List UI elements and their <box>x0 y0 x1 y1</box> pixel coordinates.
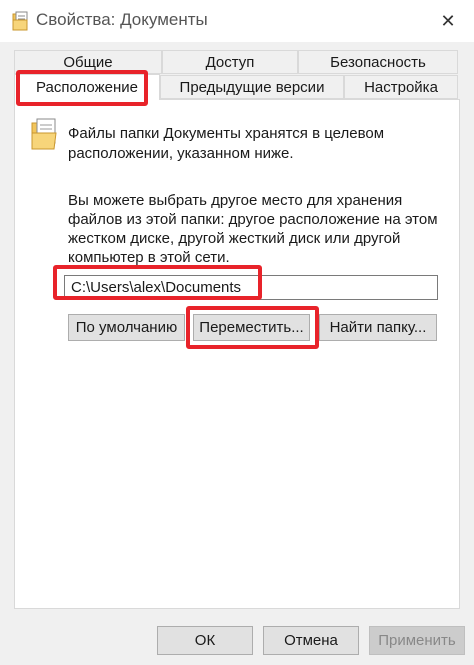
location-panel <box>14 99 460 609</box>
find-folder-button[interactable]: Найти папку... <box>319 314 437 341</box>
tab-label: Доступ <box>205 53 255 71</box>
hint-text-line: компьютер в этой сети. <box>68 249 230 266</box>
folder-document-icon <box>12 11 28 31</box>
button-label: Отмена <box>284 632 338 649</box>
cancel-button[interactable]: Отмена <box>263 626 359 655</box>
move-button[interactable]: Переместить... <box>193 314 310 341</box>
tab-label: Расположение <box>36 79 138 96</box>
button-label: Найти папку... <box>329 319 427 336</box>
path-input[interactable] <box>64 275 438 300</box>
tab-customize[interactable]: Настройка <box>344 75 458 99</box>
tab-sharing[interactable]: Доступ <box>162 50 298 74</box>
folder-document-icon <box>31 118 57 150</box>
info-text-line: Файлы папки Документы хранятся в целевом <box>68 125 385 142</box>
hint-text-line: Вы можете выбрать другое место для хране… <box>68 192 403 209</box>
properties-dialog: Свойства: Документы ✕ Общие Доступ Безоп… <box>0 0 474 665</box>
button-label: Применить <box>378 632 456 649</box>
window-title: Свойства: Документы <box>36 10 208 29</box>
title-bar: Свойства: Документы ✕ <box>0 0 474 42</box>
apply-button[interactable]: Применить <box>369 626 465 655</box>
hint-text-line: файлов из этой папки: другое расположени… <box>68 211 438 228</box>
tab-label: Настройка <box>364 78 438 96</box>
tab-label: Предыдущие версии <box>179 78 325 96</box>
tab-label: Безопасность <box>330 53 426 71</box>
tab-security[interactable]: Безопасность <box>298 50 458 74</box>
tab-location[interactable]: Расположение <box>14 74 160 100</box>
close-button[interactable]: ✕ <box>422 0 474 42</box>
info-text-line: расположении, указанном ниже. <box>68 145 294 162</box>
button-label: Переместить... <box>199 319 304 336</box>
close-icon: ✕ <box>440 10 456 31</box>
restore-default-button[interactable]: По умолчанию <box>68 314 185 341</box>
tab-general[interactable]: Общие <box>14 50 162 74</box>
hint-text-line: жестком диске, другой жесткий диск или д… <box>68 230 401 247</box>
ok-button[interactable]: ОК <box>157 626 253 655</box>
button-label: По умолчанию <box>75 319 178 336</box>
button-label: ОК <box>194 632 216 649</box>
tab-label: Общие <box>63 53 113 71</box>
tab-previous-versions[interactable]: Предыдущие версии <box>160 75 344 99</box>
